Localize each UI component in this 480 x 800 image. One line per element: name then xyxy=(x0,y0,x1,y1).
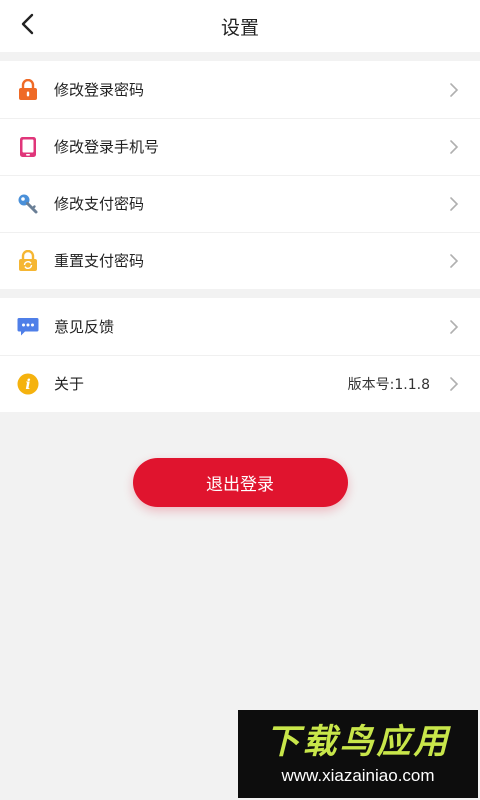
about-row[interactable]: i 关于 版本号:1.1.8 xyxy=(0,355,480,412)
chevron-right-icon xyxy=(448,253,460,269)
message-icon xyxy=(17,316,39,338)
about-label: 关于 xyxy=(54,375,85,393)
top-bar: 设置 xyxy=(0,0,480,52)
logout-container: 退出登录 xyxy=(0,458,480,507)
svg-text:i: i xyxy=(25,377,30,393)
chevron-right-icon xyxy=(448,376,460,392)
info-icon: i xyxy=(17,373,39,395)
section-divider xyxy=(0,289,480,298)
phone-icon xyxy=(17,136,39,158)
change-login-password-label: 修改登录密码 xyxy=(54,81,145,99)
change-payment-password-label: 修改支付密码 xyxy=(54,195,145,213)
watermark-title: 下载鸟应用 xyxy=(265,722,451,762)
chevron-left-icon xyxy=(21,13,34,35)
change-login-phone-row[interactable]: 修改登录手机号 xyxy=(0,118,480,175)
change-login-phone-label: 修改登录手机号 xyxy=(54,138,160,156)
reset-payment-password-label: 重置支付密码 xyxy=(54,252,145,270)
refresh-lock-icon xyxy=(17,249,39,272)
watermark-logo: 下载鸟应用 www.xiazainiao.com xyxy=(238,710,478,798)
feedback-row[interactable]: 意见反馈 xyxy=(0,298,480,355)
change-payment-password-row[interactable]: 修改支付密码 xyxy=(0,175,480,232)
chevron-right-icon xyxy=(448,82,460,98)
change-login-password-row[interactable]: 修改登录密码 xyxy=(0,61,480,118)
account-security-group: 修改登录密码 修改登录手机号 修改支付密码 重置支付密码 xyxy=(0,61,480,289)
reset-payment-password-row[interactable]: 重置支付密码 xyxy=(0,232,480,289)
key-icon xyxy=(17,193,39,215)
chevron-right-icon xyxy=(448,319,460,335)
version-number: 版本号:1.1.8 xyxy=(347,376,430,393)
section-divider xyxy=(0,52,480,61)
watermark-url: www.xiazainiao.com xyxy=(281,766,435,785)
page-title: 设置 xyxy=(220,16,259,39)
chevron-right-icon xyxy=(448,139,460,155)
chevron-right-icon xyxy=(448,196,460,212)
feedback-label: 意见反馈 xyxy=(54,318,115,336)
back-button[interactable] xyxy=(14,10,42,38)
general-group: 意见反馈 i 关于 版本号:1.1.8 xyxy=(0,298,480,412)
lock-icon xyxy=(17,78,39,101)
logout-button[interactable]: 退出登录 xyxy=(132,458,348,507)
